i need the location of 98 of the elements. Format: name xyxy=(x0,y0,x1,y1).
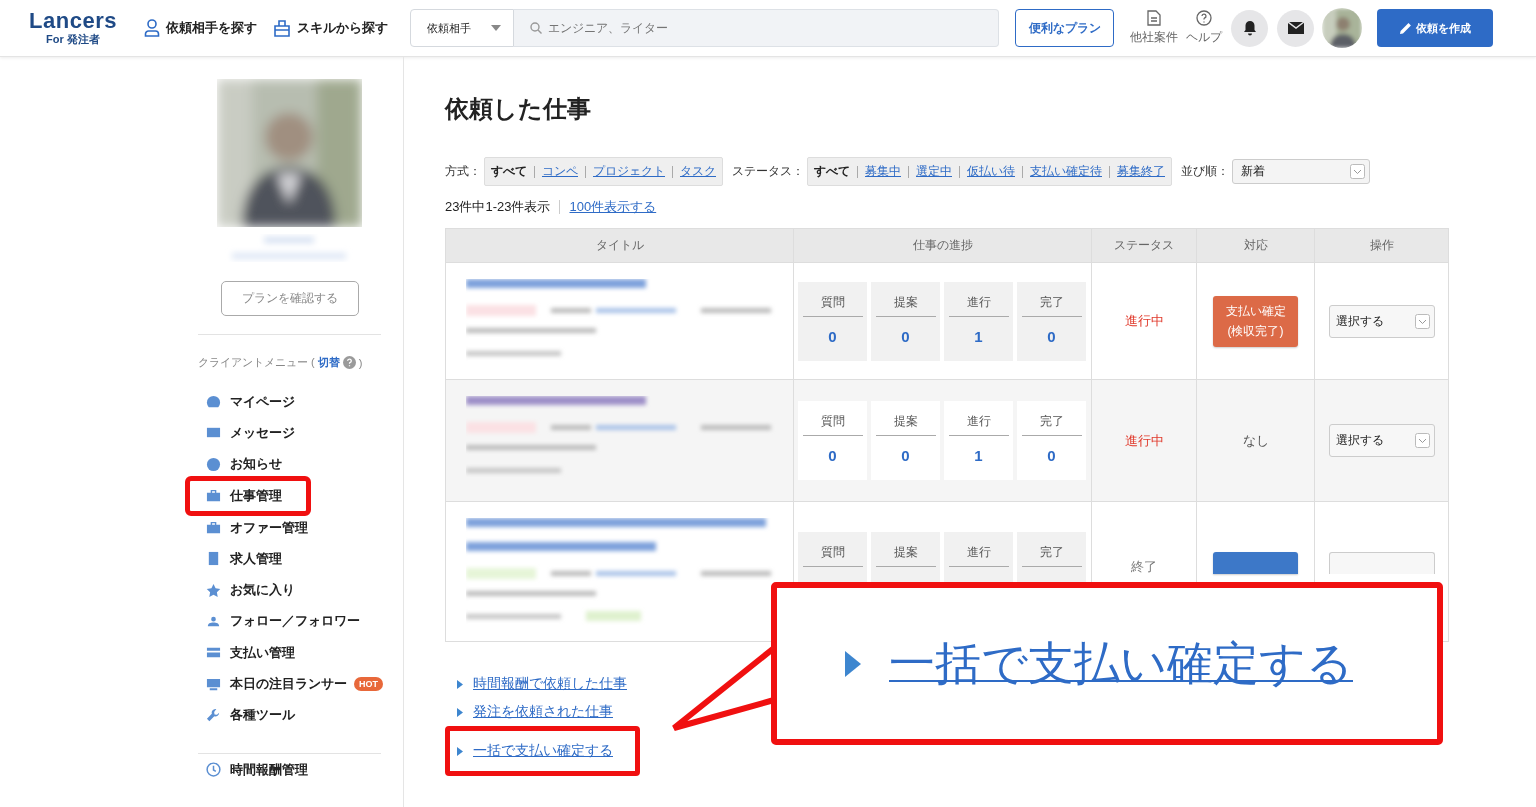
utility-link[interactable]: ヘルプ xyxy=(1186,10,1222,46)
nav-link[interactable]: スキルから探す xyxy=(273,19,388,37)
progress-count: 0 xyxy=(828,327,837,345)
triangle-icon xyxy=(845,650,861,677)
filter-option[interactable]: すべて xyxy=(814,163,850,180)
progress-label: 質問 xyxy=(802,544,863,567)
column-header: タイトル xyxy=(594,237,645,254)
menu-heading: クライアントメニュー ( xyxy=(198,355,315,370)
menu-item[interactable]: お気に入り xyxy=(193,574,310,606)
progress-label: 完了 xyxy=(1021,293,1082,317)
progress-label: 提案 xyxy=(875,293,936,317)
star-icon xyxy=(206,582,221,598)
sort-dropdown[interactable]: 新着 xyxy=(1232,159,1370,184)
filter-option[interactable]: 選定中 xyxy=(916,163,952,180)
help-icon xyxy=(1196,10,1212,26)
hot-badge: HOT xyxy=(354,677,383,691)
menu-item[interactable]: 各種ツール xyxy=(193,699,310,731)
result-count: 23件中1-23件表示 xyxy=(445,198,551,216)
filter-label: 方式： xyxy=(445,163,481,180)
bell-icon xyxy=(1242,20,1257,36)
filter-option[interactable]: 募集終了 xyxy=(1117,163,1165,180)
progress-label: 質問 xyxy=(802,413,863,436)
menu-item[interactable]: 求人管理 xyxy=(193,543,297,575)
status-text: 進行中 xyxy=(1124,431,1164,450)
filter-option[interactable]: 支払い確定待 xyxy=(1030,163,1102,180)
help-icon xyxy=(342,356,356,369)
document-icon xyxy=(1147,10,1161,26)
briefcase-icon xyxy=(206,520,221,536)
progress-count: 0 xyxy=(901,447,910,464)
logo-subtitle: For 発注者 xyxy=(46,31,100,47)
pencil-icon xyxy=(1399,22,1412,34)
switch-link[interactable]: 切替 xyxy=(317,355,340,370)
messages-button[interactable] xyxy=(1277,9,1314,47)
filter-option[interactable]: タスク xyxy=(680,163,716,180)
caret-icon xyxy=(491,25,501,31)
menu-item[interactable]: メッセージ xyxy=(193,417,310,449)
filter-label: ステータス： xyxy=(732,163,804,180)
progress-count: 0 xyxy=(828,447,837,464)
action-text: なし xyxy=(1242,431,1269,450)
progress-label: 完了 xyxy=(1021,413,1082,436)
filter-option[interactable]: 仮払い待 xyxy=(967,163,1015,180)
progress-label: 質問 xyxy=(802,293,863,317)
chevron-icon xyxy=(1414,313,1430,329)
logo[interactable]: Lancers xyxy=(29,9,117,32)
search-field[interactable]: エンジニア、ライター xyxy=(514,9,999,47)
status-text: 進行中 xyxy=(1124,312,1164,330)
progress-count: 0 xyxy=(901,327,910,345)
progress-label: 完了 xyxy=(1021,544,1082,567)
triangle-icon xyxy=(457,679,463,689)
progress-count: 0 xyxy=(1047,447,1056,464)
nav-link[interactable]: 依頼相手を探す xyxy=(144,19,257,37)
filter-option[interactable]: プロジェクト xyxy=(593,163,665,180)
progress-label: 進行 xyxy=(948,413,1009,436)
menu-item[interactable]: 時間報酬管理 xyxy=(193,753,323,786)
plan-button[interactable]: 便利なプラン xyxy=(1015,9,1114,47)
callout-text: 一括で支払い確定する xyxy=(889,635,1353,691)
page-link[interactable]: 発注を依頼された仕事 xyxy=(473,703,613,721)
sort-label: 並び順： xyxy=(1181,163,1229,180)
menu-item[interactable]: フォロー／フォロワー xyxy=(193,605,375,638)
progress-label: 提案 xyxy=(875,413,936,436)
progress-count: 1 xyxy=(974,327,983,345)
progress-label: 進行 xyxy=(948,544,1009,567)
person-icon xyxy=(144,19,160,37)
filter-option[interactable]: すべて xyxy=(491,163,527,180)
menu-item[interactable]: 仕事管理 xyxy=(185,475,311,516)
chevron-icon xyxy=(1350,164,1365,179)
menu-item[interactable]: 本日の注目ランサー HOT xyxy=(193,668,398,700)
menu-item[interactable]: 支払い管理 xyxy=(193,637,310,669)
notifications-button[interactable] xyxy=(1231,9,1268,47)
clock-icon xyxy=(206,762,221,778)
menu-item[interactable]: マイページ xyxy=(193,386,310,418)
triangle-icon xyxy=(457,746,463,756)
utility-link[interactable]: 他社案件 xyxy=(1130,10,1178,46)
operation-dropdown[interactable]: 選択する xyxy=(1328,304,1435,338)
envelope-icon xyxy=(1287,22,1304,34)
create-request-button[interactable]: 依頼を作成 xyxy=(1377,9,1493,47)
chevron-icon xyxy=(1414,433,1430,448)
wrench-icon xyxy=(206,707,221,723)
progress-count: 1 xyxy=(974,447,983,464)
show-more-link[interactable]: 100件表示する xyxy=(569,198,657,216)
briefcase-icon xyxy=(206,488,221,504)
search-icon xyxy=(530,22,542,34)
page-title: 依頼した仕事 xyxy=(445,94,592,124)
progress-label: 提案 xyxy=(875,544,936,567)
filter-option[interactable]: 募集中 xyxy=(865,163,901,180)
scope-dropdown[interactable]: 依頼相手 xyxy=(410,9,514,47)
bag-icon xyxy=(273,19,291,37)
board-icon xyxy=(206,676,221,692)
page-link[interactable]: 一括で支払い確定する xyxy=(473,742,613,760)
progress-label: 進行 xyxy=(948,293,1009,317)
status-text: 終了 xyxy=(1131,558,1157,576)
page-link[interactable]: 時間報酬で依頼した仕事 xyxy=(473,675,627,693)
progress-count: 0 xyxy=(1047,327,1056,345)
operation-dropdown[interactable]: 選択する xyxy=(1328,424,1435,457)
check-plan-button[interactable]: プランを確認する xyxy=(221,281,359,316)
menu-heading: ) xyxy=(358,356,363,369)
triangle-icon xyxy=(457,707,463,717)
filter-option[interactable]: コンペ xyxy=(542,163,578,180)
